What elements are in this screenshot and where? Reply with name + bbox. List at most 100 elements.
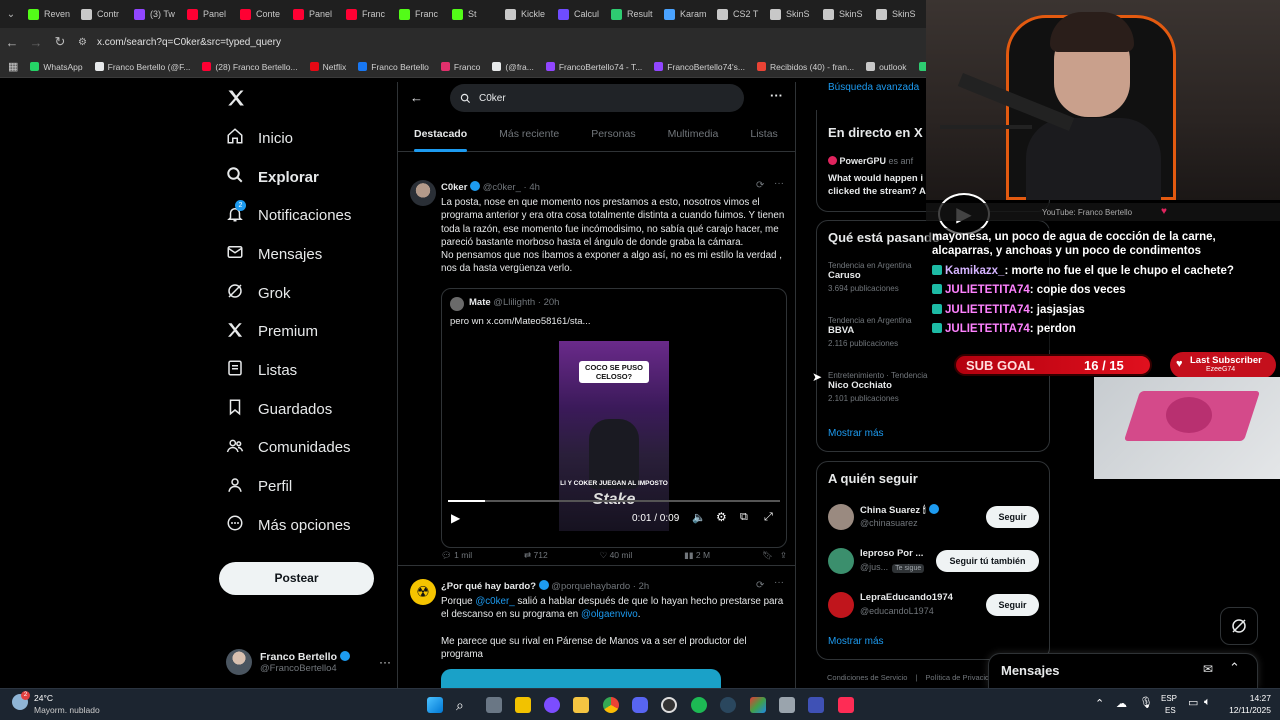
obs-icon[interactable] <box>661 697 677 713</box>
footer-link[interactable]: Política de Privacid <box>925 673 989 682</box>
bookmark-item[interactable]: (28) Franco Bertello... <box>202 62 298 72</box>
browser-tab[interactable]: SkinS <box>817 0 870 28</box>
bookmark-item[interactable]: Netflix <box>309 62 346 72</box>
chevron-up-icon[interactable]: ⌃ <box>1095 697 1104 710</box>
account-switcher[interactable]: Franco Bertello @FrancoBertello4 ··· <box>226 642 391 682</box>
nav-item-explorar[interactable]: Explorar <box>218 158 396 197</box>
tweet-time[interactable]: · 4h <box>524 182 540 193</box>
browser-tab[interactable]: SkinS <box>764 0 817 28</box>
browser-tab[interactable]: Kickle <box>499 0 552 28</box>
follow-suggestion[interactable]: China Suarez 🕯 @chinasuarez Seguir <box>817 498 1051 542</box>
site-settings-icon[interactable]: ⚙ <box>78 37 87 48</box>
tweet-author-name[interactable]: ¿Por qué hay bardo? <box>441 581 536 592</box>
bookmark-item[interactable]: Franco Bertello <box>358 62 429 72</box>
more-dots-icon[interactable]: ··· <box>774 178 784 189</box>
more-dots-icon[interactable]: ··· <box>770 88 783 103</box>
avatar[interactable] <box>828 504 854 530</box>
browser-tab[interactable]: Calcul <box>552 0 605 28</box>
footer-link[interactable]: Condiciones de Servicio <box>827 673 907 682</box>
tab-personas[interactable]: Personas <box>575 120 651 152</box>
browser-tab[interactable]: Reven <box>22 0 75 28</box>
bookmark-item[interactable]: Franco Bertello (@F... <box>94 62 190 72</box>
follow-show-more[interactable]: Mostrar más <box>828 636 884 647</box>
tab-más-reciente[interactable]: Más reciente <box>483 120 575 152</box>
trends-show-more[interactable]: Mostrar más <box>828 428 884 439</box>
onedrive-icon[interactable]: ☁ <box>1116 697 1127 710</box>
tab-destacado[interactable]: Destacado <box>398 120 483 152</box>
follow-suggestion[interactable]: Ieproso Por ... @jus... Te sigue Seguir tú … <box>817 542 1051 586</box>
spotify-icon[interactable] <box>691 697 707 713</box>
share-icon[interactable]: ⇪ <box>780 550 787 560</box>
windows-start-icon[interactable] <box>427 697 443 713</box>
search-icon[interactable]: ⌕ <box>456 697 472 713</box>
grok-icon[interactable]: ⟳ <box>756 580 764 591</box>
bookmark-item[interactable]: Recibidos (40) - fran... <box>756 62 854 72</box>
forward-icon[interactable]: → <box>24 35 48 50</box>
volume-icon[interactable]: 🔈︎ <box>1204 696 1211 709</box>
browser-tab[interactable]: Franc <box>393 0 446 28</box>
browser-tab[interactable]: Panel <box>287 0 340 28</box>
clock-date[interactable]: 12/11/2025 <box>1221 705 1271 715</box>
bookmark-item[interactable]: FrancoBertello74's... <box>654 62 745 72</box>
bookmark-icon[interactable]: 🔖︎ <box>762 550 773 560</box>
follow-button[interactable]: Seguir <box>986 594 1039 616</box>
tweet-media-preview[interactable] <box>441 669 721 688</box>
steam-icon[interactable] <box>720 697 736 713</box>
tab-multimedia[interactable]: Multimedia <box>652 120 735 152</box>
volume-icon[interactable]: 🔈 <box>692 511 706 524</box>
nav-item-listas[interactable]: Listas <box>218 351 396 390</box>
microphone-icon[interactable]: 🎙︎ <box>1139 696 1153 709</box>
bookmark-item[interactable]: Franco <box>440 62 480 72</box>
follow-button[interactable]: Seguir tú también <box>936 550 1039 572</box>
tweet-author-name[interactable]: C0ker <box>441 182 467 193</box>
browser-tab[interactable]: Panel <box>181 0 234 28</box>
chevron-up-icon[interactable]: ⌃ <box>1229 660 1240 676</box>
views-button[interactable]: ▮▮ 2 M <box>684 550 710 561</box>
browser-tab[interactable]: Karam <box>658 0 711 28</box>
chrome-icon[interactable] <box>603 697 619 713</box>
bookmark-item[interactable]: WhatsApp <box>30 62 83 72</box>
browser-tab[interactable]: St <box>446 0 499 28</box>
pip-icon[interactable]: ⧉ <box>740 511 748 524</box>
lang-code[interactable]: ESP <box>1161 694 1177 703</box>
url-field[interactable]: x.com/search?q=C0ker&src=typed_query <box>97 37 281 48</box>
retweet-button[interactable]: ⇄ 712 <box>524 550 548 561</box>
mention-link[interactable]: @olgaenvivo <box>581 609 638 620</box>
browser-tab[interactable]: Franc <box>340 0 393 28</box>
follow-button[interactable]: Seguir <box>986 506 1039 528</box>
reply-button[interactable]: 💬︎ 1 mil <box>441 550 472 561</box>
post-button[interactable]: Postear <box>219 562 374 595</box>
tab-listas[interactable]: Listas <box>734 120 793 152</box>
tweet[interactable]: C0ker @c0ker_ · 4h ⟳ ··· La posta, nose … <box>398 174 795 566</box>
reload-icon[interactable]: ↻ <box>48 34 72 50</box>
bookmark-item[interactable]: FrancoBertello74 - T... <box>545 62 642 72</box>
app-icon-gray[interactable] <box>779 697 795 713</box>
tiktok-icon[interactable] <box>838 697 854 713</box>
task-view-icon[interactable] <box>486 697 502 713</box>
more-dots-icon[interactable]: ··· <box>379 655 391 669</box>
browser-tab[interactable]: Conte <box>234 0 287 28</box>
apps-grid-icon[interactable]: ▦ <box>8 60 18 73</box>
follow-suggestion[interactable]: LepraEducando1974 @educandoL1974 Seguir <box>817 586 1051 630</box>
fullscreen-icon[interactable]: ⤢ <box>764 511 773 524</box>
messages-drawer[interactable]: Mensajes ✉ ⌃ <box>988 653 1258 688</box>
like-button[interactable]: ♡ 40 mil <box>600 550 633 561</box>
bookmark-item[interactable]: outlook <box>866 62 907 72</box>
browser-tab[interactable]: Result <box>605 0 658 28</box>
nav-item-mensajes[interactable]: Mensajes <box>218 235 396 274</box>
play-icon[interactable]: ▶ <box>451 511 460 525</box>
avatar[interactable] <box>410 180 436 206</box>
app-icon-multicolor[interactable] <box>750 697 766 713</box>
back-icon[interactable]: ← <box>0 35 24 50</box>
lang-code-2[interactable]: ES <box>1165 706 1176 715</box>
nav-item-premium[interactable]: Premium <box>218 312 396 351</box>
tweet[interactable]: ☢ ¿Por qué hay bardo? @porquehaybardo · … <box>398 574 795 688</box>
x-logo-icon[interactable] <box>226 88 246 110</box>
live-host[interactable]: PowerGPU <box>840 156 887 166</box>
browser-tab[interactable]: (3) Tw <box>128 0 181 28</box>
weather-temp[interactable]: 24°C <box>34 693 53 703</box>
file-explorer-icon[interactable] <box>573 697 589 713</box>
nav-item-más-opciones[interactable]: Más opciones <box>218 506 396 545</box>
app-icon-blue[interactable] <box>808 697 824 713</box>
video-player[interactable]: COCO SE PUSO CELOSO? LI Y COKER JUEGAN A… <box>559 341 669 531</box>
